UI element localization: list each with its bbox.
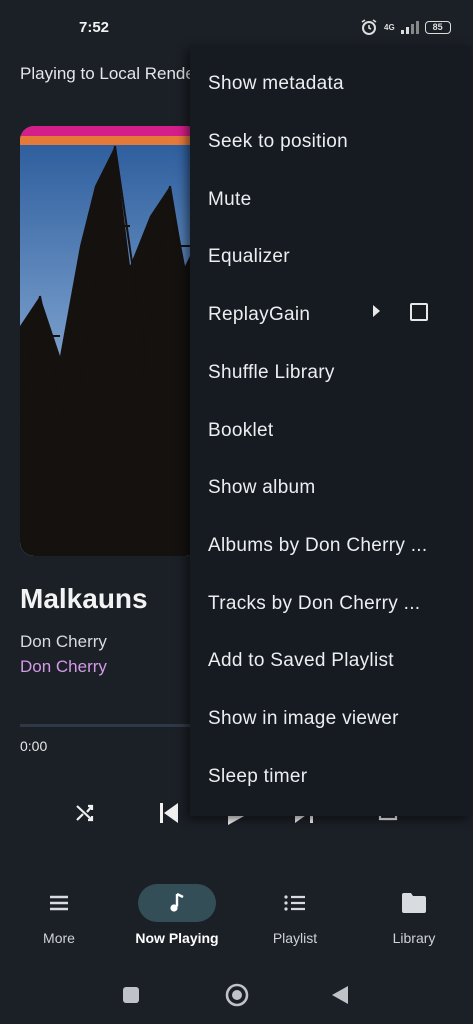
replaygain-checkbox[interactable] [410, 303, 428, 321]
nav-label: Library [392, 930, 436, 946]
status-bar: 7:52 4G 85 [0, 0, 473, 52]
menu-item-label: Booklet [208, 420, 274, 441]
home-button[interactable] [225, 983, 249, 1007]
nav-label: More [43, 930, 75, 946]
menu-item-label: Show album [208, 477, 316, 498]
submenu-arrow-icon [373, 305, 380, 317]
menu-item-label: Show metadata [208, 73, 344, 94]
status-time: 7:52 [79, 19, 110, 36]
nav-item-now-playing[interactable]: Now Playing [118, 870, 236, 960]
menu-item-label: Seek to position [208, 131, 348, 152]
menu-item-replaygain[interactable]: ReplayGain [190, 286, 471, 344]
nav-item-more[interactable]: More [0, 870, 118, 960]
menu-item-show-in-image-viewer[interactable]: Show in image viewer [190, 690, 471, 748]
seek-bar[interactable] [20, 724, 190, 727]
menu-item-add-to-saved-playlist[interactable]: Add to Saved Playlist [190, 632, 471, 690]
menu-item-tracks-by-artist[interactable]: Tracks by Don Cherry ... [190, 575, 471, 633]
shuffle-icon [76, 804, 94, 822]
album-art[interactable] [20, 126, 200, 556]
recents-button[interactable] [122, 986, 140, 1004]
menu-item-shuffle-library[interactable]: Shuffle Library [190, 344, 471, 402]
track-title: Malkauns [20, 583, 148, 614]
menu-item-label: Equalizer [208, 246, 290, 267]
menu-icon [20, 884, 98, 922]
list-icon [256, 884, 334, 922]
folder-icon [375, 884, 453, 922]
menu-item-show-album[interactable]: Show album [190, 459, 471, 517]
previous-button[interactable] [153, 797, 185, 829]
menu-item-label: Shuffle Library [208, 362, 335, 383]
menu-item-label: Show in image viewer [208, 708, 399, 729]
network-type: 4G [384, 22, 395, 32]
cast-status: Playing to Local Renderer [20, 64, 190, 83]
elapsed-time: 0:00 [20, 738, 48, 754]
shuffle-button[interactable] [69, 797, 101, 829]
overflow-menu: Show metadata Seek to position Mute Equa… [190, 46, 471, 816]
circle-icon [225, 983, 249, 1007]
bottom-navigation: More Now Playing Playlist Library [0, 870, 473, 960]
track-artist[interactable]: Don Cherry [20, 632, 107, 652]
menu-item-label: Tracks by Don Cherry ... [208, 593, 421, 614]
menu-item-booklet[interactable]: Booklet [190, 402, 471, 460]
menu-item-equalizer[interactable]: Equalizer [190, 228, 471, 286]
status-icons: 4G 85 [360, 18, 451, 36]
alarm-icon [361, 19, 377, 35]
nav-label: Playlist [272, 930, 318, 946]
battery-level: 85 [432, 22, 443, 32]
menu-item-label: Sleep timer [208, 766, 308, 787]
music-note-icon [138, 884, 216, 922]
menu-item-label: Add to Saved Playlist [208, 650, 394, 671]
track-album[interactable]: Don Cherry [20, 657, 107, 677]
back-button[interactable] [330, 984, 350, 1006]
nav-item-library[interactable]: Library [355, 870, 473, 960]
nav-item-playlist[interactable]: Playlist [236, 870, 354, 960]
menu-item-show-metadata[interactable]: Show metadata [190, 55, 471, 113]
menu-item-mute[interactable]: Mute [190, 171, 471, 229]
menu-item-label: Albums by Don Cherry ... [208, 535, 428, 556]
menu-item-seek-to-position[interactable]: Seek to position [190, 113, 471, 171]
towers-illustration [20, 145, 200, 556]
menu-item-label: ReplayGain [208, 304, 311, 325]
square-icon [123, 987, 139, 1003]
signal-icon [400, 21, 419, 34]
nav-label: Now Playing [135, 930, 219, 946]
system-navigation-bar [0, 970, 473, 1020]
menu-item-label: Mute [208, 189, 252, 210]
triangle-back-icon [332, 986, 348, 1004]
menu-item-albums-by-artist[interactable]: Albums by Don Cherry ... [190, 517, 471, 575]
skip-previous-icon [160, 803, 178, 823]
menu-item-sleep-timer[interactable]: Sleep timer [190, 748, 471, 806]
battery-icon: 85 [424, 20, 451, 34]
